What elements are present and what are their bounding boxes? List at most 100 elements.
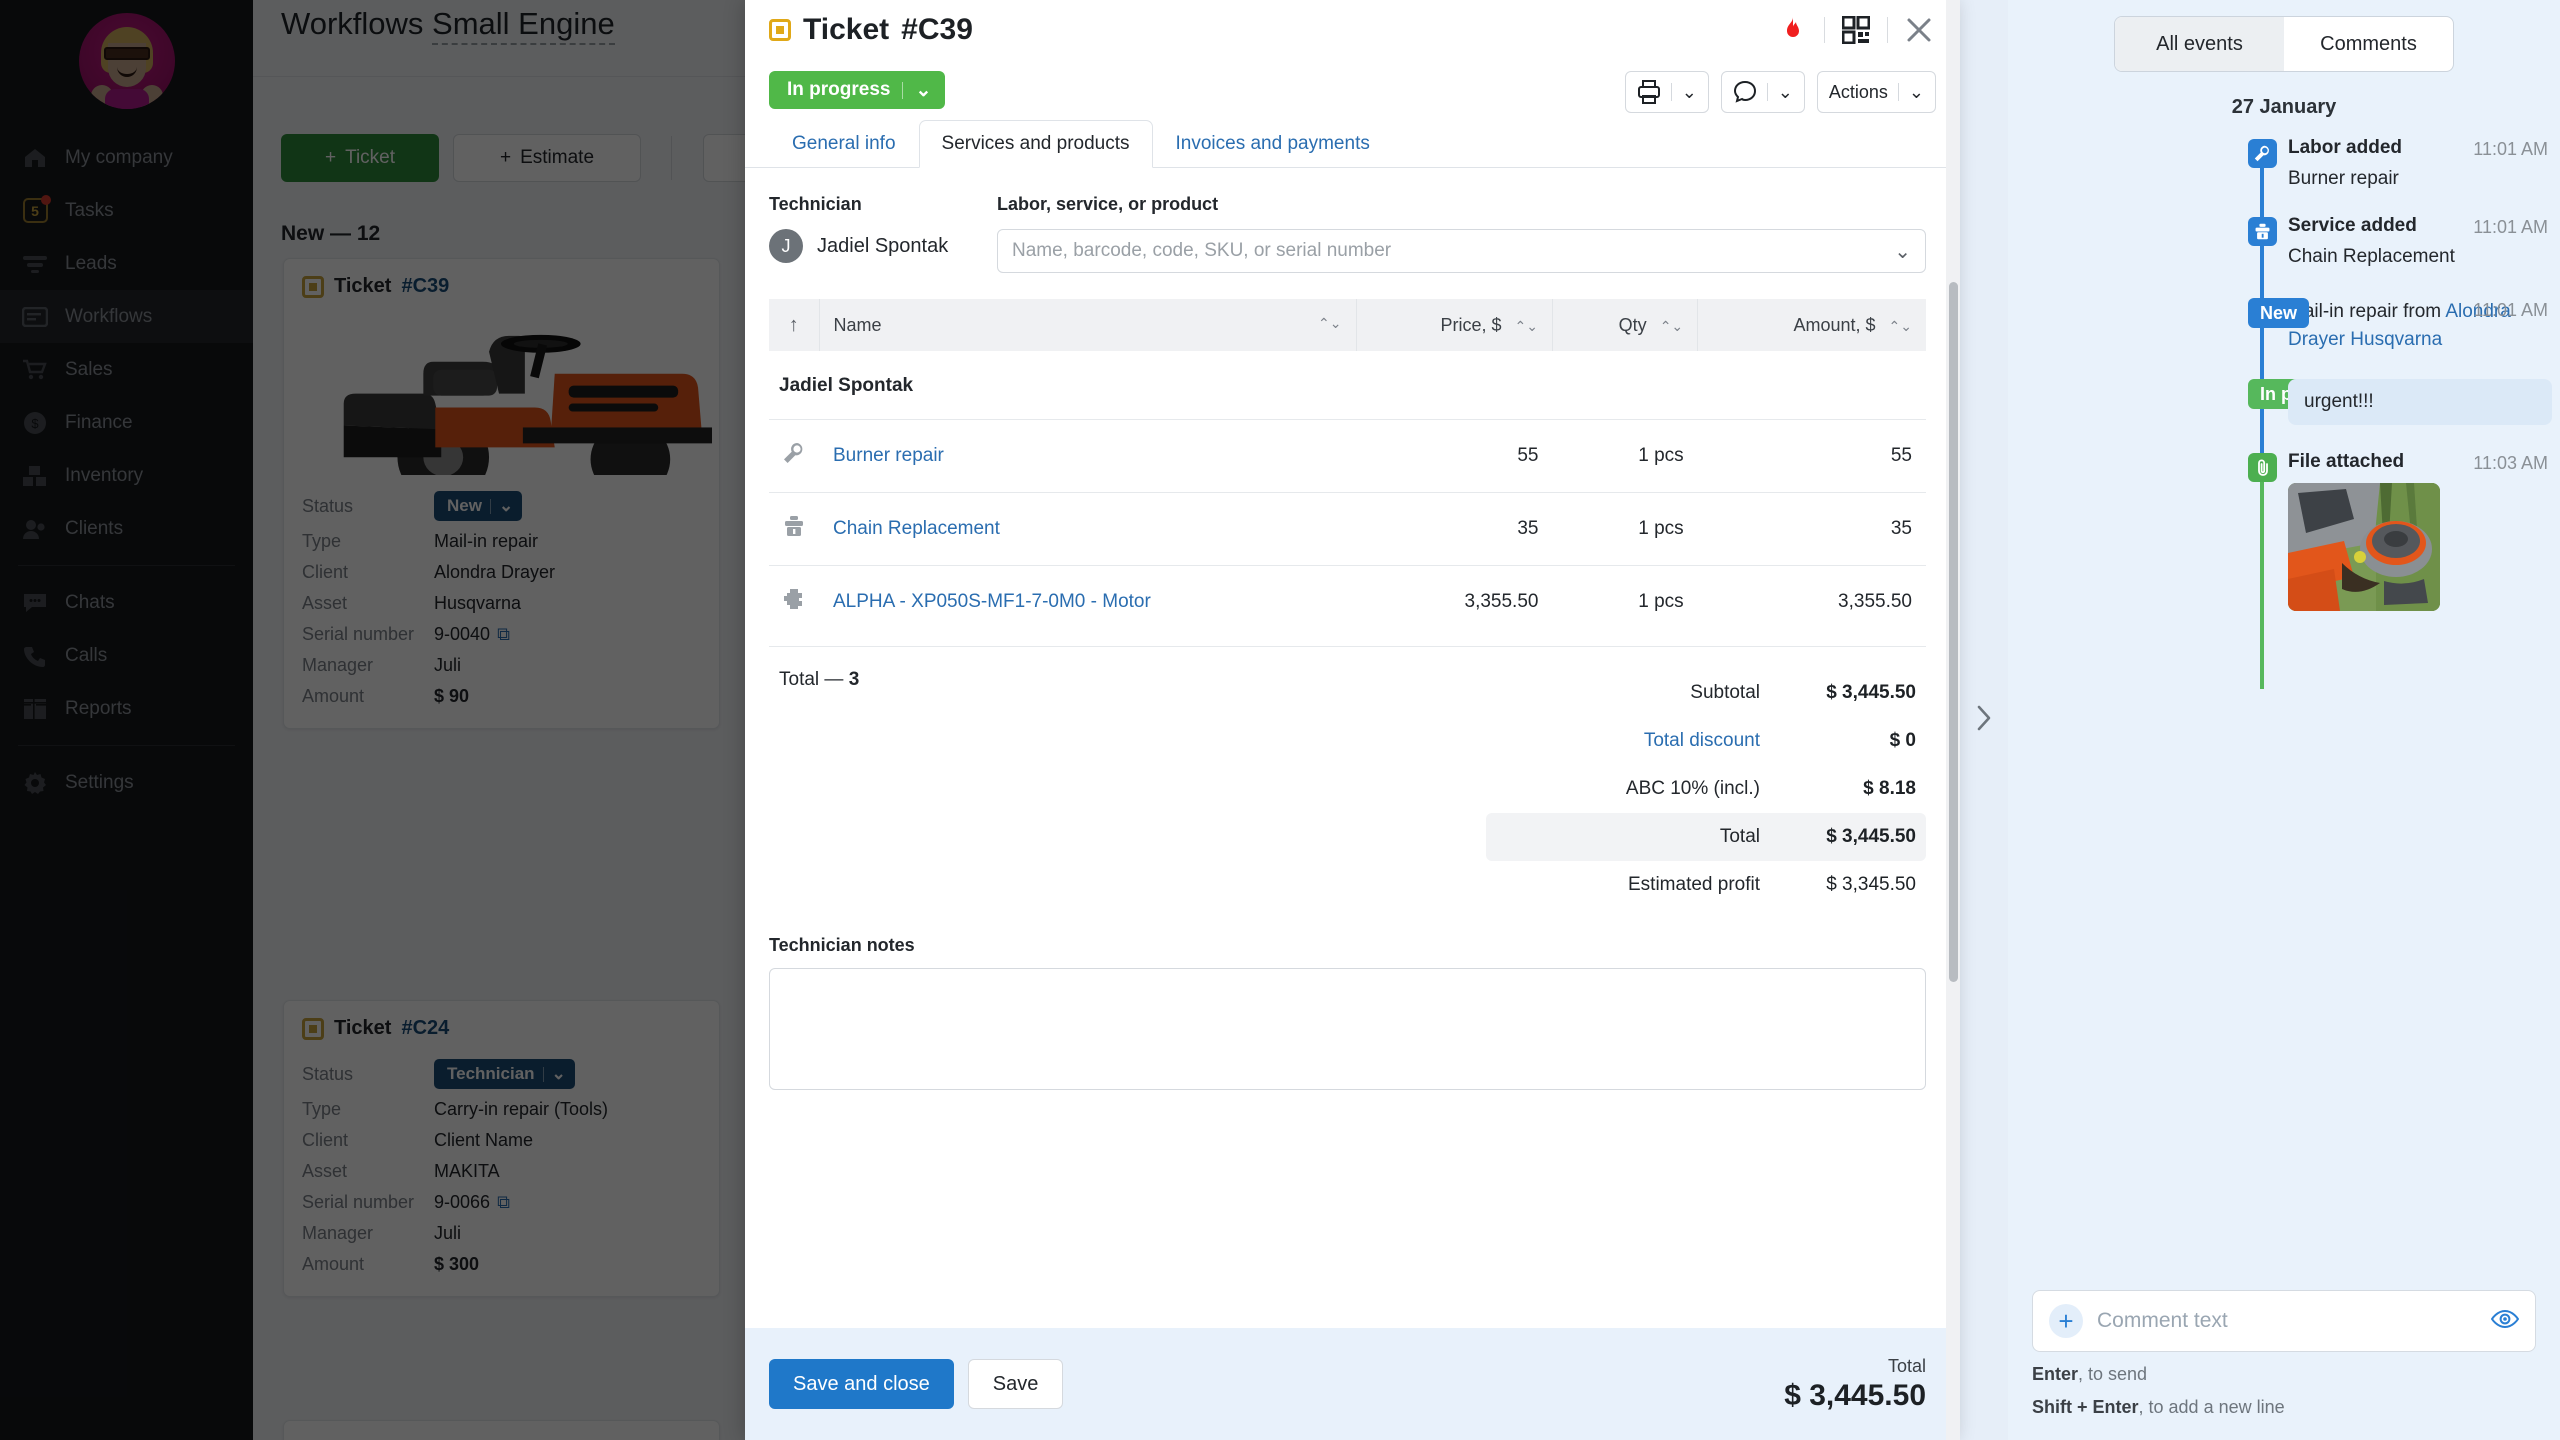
page-scrollbar-thumb[interactable] <box>1949 282 1958 982</box>
comment-button[interactable]: ⌄ <box>1720 71 1805 113</box>
table-cell-qty: 1 pcs <box>1552 565 1698 638</box>
asset-link[interactable]: Husqvarna <box>2350 329 2442 350</box>
event-time: 11:01 AM <box>2473 216 2548 237</box>
items-count-label: Total — <box>779 669 849 690</box>
tab-all-events[interactable]: All events <box>2115 17 2284 71</box>
event-item: In progress 11:02 AM urgent!!! <box>2008 379 2560 427</box>
attachment-thumbnail[interactable] <box>2288 483 2440 612</box>
item-link[interactable]: Chain Replacement <box>833 518 1000 539</box>
comment-input[interactable] <box>2097 1309 2477 1333</box>
table-cell-qty: 1 pcs <box>1552 419 1698 493</box>
item-link[interactable]: Burner repair <box>833 445 944 466</box>
tab-general-info[interactable]: General info <box>769 120 919 168</box>
wrench-icon <box>769 419 819 493</box>
sort-column-header[interactable]: ↑ <box>769 299 820 351</box>
sort-icon: ⌃⌄ <box>1318 314 1342 331</box>
chevron-down-icon: ⌄ <box>1908 81 1924 102</box>
totals-value: $ 0 <box>1889 730 1916 751</box>
eye-icon[interactable] <box>2490 1309 2520 1334</box>
sort-icon: ⌃⌄ <box>1888 317 1912 334</box>
save-button[interactable]: Save <box>967 1359 1064 1409</box>
totals-row-discount[interactable]: Total discount $ 0 <box>1486 717 1926 765</box>
chevron-down-icon[interactable]: ⌄ <box>1894 239 1911 264</box>
event-subtitle: Chain Replacement <box>2288 245 2455 267</box>
divider <box>1887 17 1888 43</box>
tab-comments[interactable]: Comments <box>2284 17 2453 71</box>
ticket-detail-modal: Ticket #C39 In progress ⌄ ⌄ ⌄ Actions ⌄ … <box>745 0 1960 1440</box>
totals-row-total: Total $ 3,445.50 <box>1486 813 1926 861</box>
table-row[interactable]: Burner repair 55 1 pcs 55 <box>769 419 1926 493</box>
table-cell-name: ALPHA - XP050S-MF1-7-0M0 - Motor <box>819 565 1357 638</box>
divider <box>902 81 904 99</box>
speech-bubble-icon <box>1733 80 1756 103</box>
modal-footer: Save and close Save Total $ 3,445.50 <box>745 1328 1960 1440</box>
technician-label: Technician <box>769 194 862 214</box>
technician-notes-input[interactable] <box>769 968 1926 1090</box>
tab-services-and-products[interactable]: Services and products <box>918 120 1153 168</box>
column-header-name[interactable]: Name ⌃⌄ <box>819 299 1357 351</box>
table-row[interactable]: Chain Replacement 35 1 pcs 35 <box>769 492 1926 566</box>
hint-text: , to add a new line <box>2138 1397 2285 1417</box>
item-link[interactable]: ALPHA - XP050S-MF1-7-0M0 - Motor <box>833 591 1151 612</box>
technician-field: Technician J Jadiel Spontak <box>769 194 997 273</box>
table-cell-price: 35 <box>1356 492 1553 566</box>
product-search-input[interactable] <box>1012 240 1895 262</box>
actions-button[interactable]: Actions ⌄ <box>1816 71 1936 113</box>
event-title: Service added <box>2288 214 2417 236</box>
comment-input-box[interactable]: + <box>2032 1290 2536 1352</box>
totals-list: Subtotal $ 3,445.50 Total discount $ 0 A… <box>1486 669 1926 909</box>
product-search-box[interactable]: ⌄ <box>997 229 1926 273</box>
qr-code-icon[interactable] <box>1833 8 1879 52</box>
printer-icon <box>1637 80 1660 104</box>
tab-invoices-and-payments[interactable]: Invoices and payments <box>1153 120 1393 168</box>
column-header-label: Amount, $ <box>1793 314 1876 335</box>
panel-collapse-strip[interactable] <box>1960 0 2008 1440</box>
totals-row-profit: Estimated profit $ 3,345.50 <box>1486 861 1926 909</box>
totals-value: $ 3,445.50 <box>1826 826 1916 847</box>
table-cell-amount: 3,355.50 <box>1697 565 1926 638</box>
form-fields: Technician J Jadiel Spontak Labor, servi… <box>769 194 1926 273</box>
divider <box>1670 83 1672 101</box>
modal-body-content: Technician J Jadiel Spontak Labor, servi… <box>745 168 1960 1095</box>
close-icon[interactable] <box>1896 8 1942 52</box>
events-date-heading: 27 January <box>2231 96 2337 118</box>
column-header-price[interactable]: Price, $ ⌃⌄ <box>1356 299 1553 351</box>
chevron-down-icon: ⌄ <box>1681 81 1697 102</box>
totals-label: Total <box>1719 826 1760 847</box>
table-cell-qty: 1 pcs <box>1552 492 1698 566</box>
items-table-head: ↑ Name ⌃⌄ Price, $ ⌃⌄ Qty ⌃⌄ Amount, $ ⌃… <box>769 299 1926 351</box>
table-cell-amount: 35 <box>1697 492 1926 566</box>
event-time: 11:01 AM <box>2473 300 2548 321</box>
modal-header-actions <box>1770 0 1942 60</box>
flame-icon[interactable] <box>1770 8 1816 52</box>
event-subtitle-prefix: Mail-in repair from <box>2288 301 2446 323</box>
totals-value: $ 3,445.50 <box>1826 682 1916 703</box>
page-scrollbar[interactable] <box>1946 0 1960 1440</box>
part-icon <box>769 565 819 638</box>
totals-label: Estimated profit <box>1628 874 1760 895</box>
print-button[interactable]: ⌄ <box>1624 71 1709 113</box>
modal-title-number: #C39 <box>901 13 973 46</box>
column-header-amount[interactable]: Amount, $ ⌃⌄ <box>1697 299 1926 351</box>
technician-value[interactable]: J Jadiel Spontak <box>769 229 997 263</box>
chevron-right-icon[interactable] <box>1976 705 1992 736</box>
plus-icon[interactable]: + <box>2049 1304 2083 1338</box>
items-table-body: Jadiel Spontak Burner repair 55 1 pcs 55… <box>769 351 1926 638</box>
column-header-qty[interactable]: Qty ⌃⌄ <box>1552 299 1699 351</box>
sort-icon: ⌃⌄ <box>1514 317 1538 334</box>
event-title: File attached <box>2288 451 2405 473</box>
hint-text: , to send <box>2078 1364 2148 1384</box>
status-dropdown[interactable]: In progress ⌄ <box>769 71 946 109</box>
totals-row-subtotal: Subtotal $ 3,445.50 <box>1486 669 1926 717</box>
column-header-label: Name <box>833 314 882 335</box>
chevron-down-icon: ⌄ <box>915 79 932 101</box>
save-and-close-button[interactable]: Save and close <box>769 1359 954 1409</box>
table-row[interactable]: ALPHA - XP050S-MF1-7-0M0 - Motor 3,355.5… <box>769 565 1926 638</box>
event-time: 11:01 AM <box>2473 139 2548 159</box>
events-panel: All events Comments 27 January Labor add… <box>2008 0 2560 1440</box>
modal-header: Ticket #C39 <box>745 0 1960 60</box>
avatar: J <box>769 229 803 263</box>
event-item: Service added 11:01 AM Chain Replacement <box>2008 215 2560 271</box>
totals-label[interactable]: Total discount <box>1486 730 1786 752</box>
comment-composer: + Enter, to send Shift + Enter, to add a… <box>2008 1290 2560 1440</box>
